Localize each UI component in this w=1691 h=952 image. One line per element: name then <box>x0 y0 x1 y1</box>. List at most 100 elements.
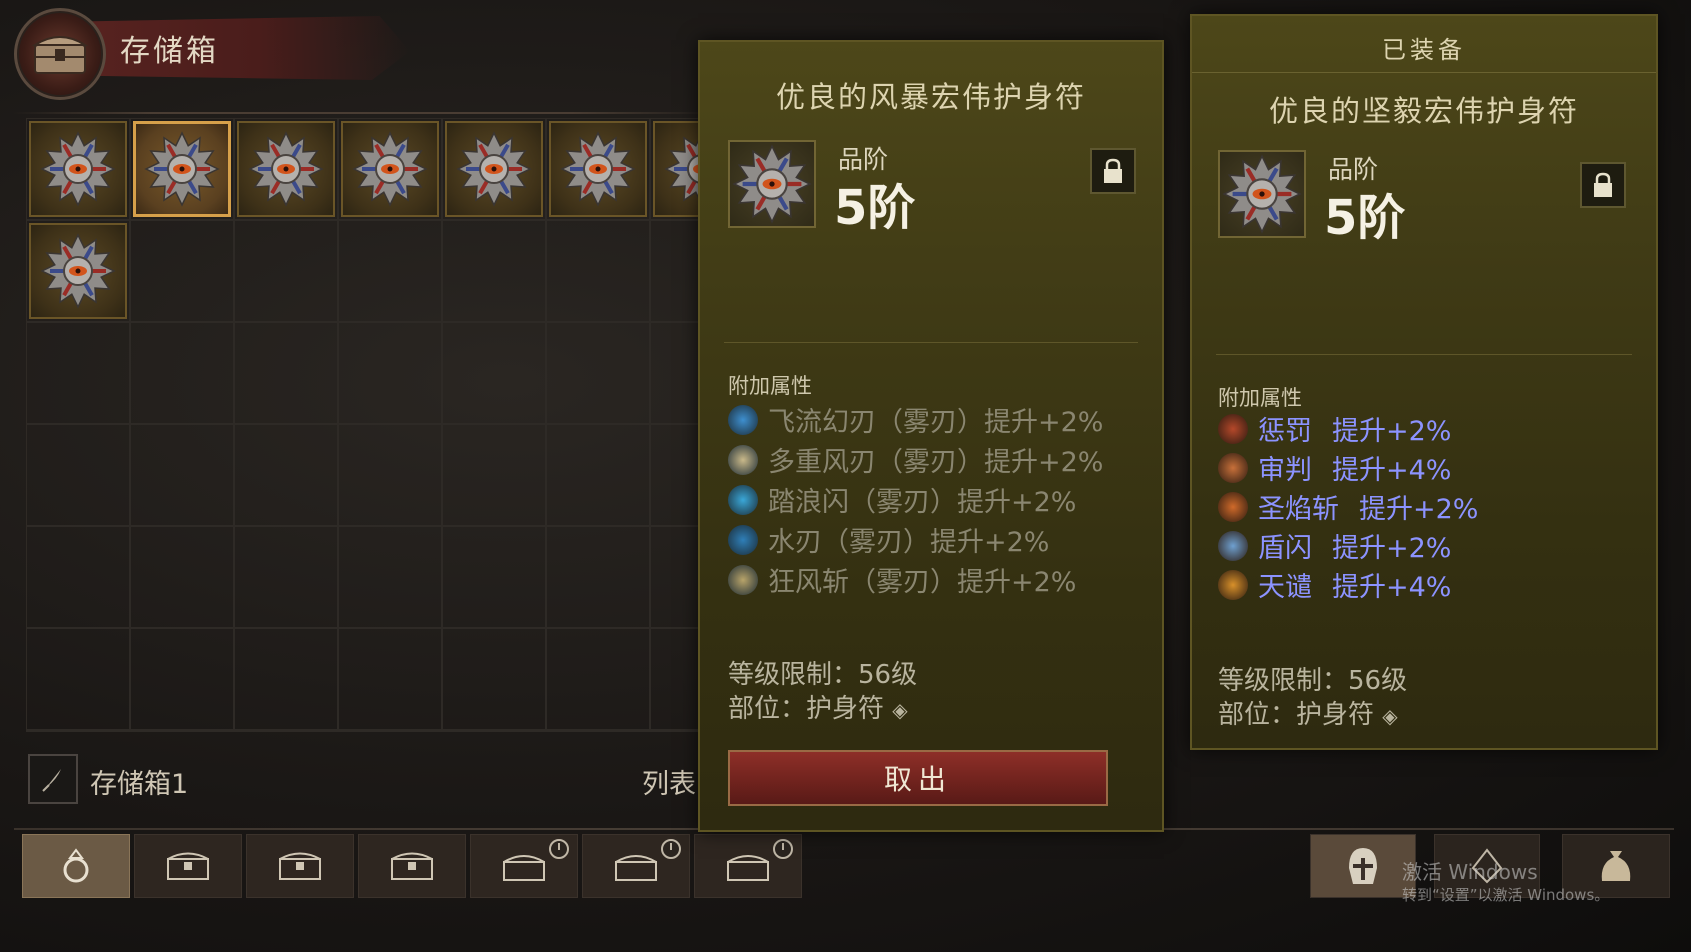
take-out-button[interactable]: 取出 <box>728 750 1108 806</box>
wrath-icon <box>1218 569 1248 600</box>
inventory-item-amulet[interactable] <box>237 121 335 217</box>
tab-stash-locked-3[interactable] <box>694 834 802 898</box>
grid-cell[interactable] <box>131 425 235 527</box>
attribute-text: 飞流幻刃（雾刃）提升+2% <box>768 407 1104 438</box>
water-blade-icon <box>728 524 758 555</box>
locked-chest-icon <box>615 855 657 881</box>
attribute-bonus: 提升+2% <box>1359 494 1479 525</box>
ring-icon <box>63 848 89 883</box>
tab-stash-locked-1[interactable] <box>470 834 578 898</box>
clock-icon <box>549 839 569 859</box>
divider <box>724 342 1138 343</box>
grid-cell[interactable] <box>131 527 235 629</box>
grid-cell[interactable] <box>547 425 651 527</box>
grid-cell[interactable] <box>27 527 131 629</box>
amulet-icon <box>40 233 116 309</box>
attribute-text: 踏浪闪（雾刃）提升+2% <box>768 487 1077 518</box>
grid-cell[interactable] <box>131 323 235 425</box>
attribute-row: 审判 提升+4% <box>1218 448 1451 487</box>
shield-flash-icon <box>1218 530 1248 561</box>
grid-cell[interactable] <box>235 425 339 527</box>
grid-cell[interactable] <box>235 527 339 629</box>
lock-button[interactable] <box>1090 148 1136 194</box>
grid-cell[interactable] <box>443 629 547 731</box>
amulet-icon <box>732 144 812 224</box>
grid-cell[interactable] <box>547 629 651 731</box>
grid-cell[interactable] <box>443 323 547 425</box>
stash-name: 存储箱1 <box>90 769 189 800</box>
helmet-icon <box>1349 848 1377 884</box>
amulet-icon <box>560 131 636 207</box>
attribute-name: 盾闪 <box>1258 533 1312 564</box>
tab-equipment[interactable] <box>1310 834 1416 898</box>
grid-cell[interactable] <box>339 629 443 731</box>
grid-cell[interactable] <box>235 323 339 425</box>
attribute-text: 水刃（雾刃）提升+2% <box>768 527 1050 558</box>
item-tooltip: 优良的风暴宏伟护身符 品阶 5阶 附加属性 飞流幻刃（雾刃）提升+2% 多重风刃（… <box>698 40 1164 832</box>
grid-cell[interactable] <box>235 221 339 323</box>
inventory-item-amulet[interactable] <box>29 121 127 217</box>
divider <box>1216 354 1632 355</box>
grid-cell[interactable] <box>339 527 443 629</box>
amulet-slot-icon: ◈ <box>892 698 908 722</box>
equipped-title: 优良的坚毅宏伟护身符 <box>1268 94 1579 128</box>
clock-icon <box>773 839 793 859</box>
grid-cell[interactable] <box>443 221 547 323</box>
divider <box>1192 72 1656 73</box>
chest-icon <box>279 852 321 880</box>
tab-stash-3[interactable] <box>358 834 466 898</box>
inventory-item-amulet[interactable] <box>341 121 439 217</box>
inventory-item-amulet[interactable] <box>29 223 127 319</box>
attribute-bonus: 提升+2% <box>1332 533 1452 564</box>
grid-cell[interactable] <box>131 221 235 323</box>
watermark-title: 激活 Windows <box>1402 860 1538 884</box>
section-label: 附加属性 <box>728 374 812 398</box>
grid-cell[interactable] <box>339 221 443 323</box>
grid-cell[interactable] <box>443 527 547 629</box>
grid-cell[interactable] <box>131 629 235 731</box>
grid-cell[interactable] <box>547 527 651 629</box>
attribute-text: 狂风斩（雾刃）提升+2% <box>768 567 1077 598</box>
amulet-icon <box>248 131 324 207</box>
amulet-icon <box>1222 154 1302 234</box>
grid-cell[interactable] <box>443 425 547 527</box>
grid-cell[interactable] <box>27 425 131 527</box>
grade-value: 5阶 <box>1324 190 1406 246</box>
locked-chest-icon <box>503 855 545 881</box>
tab-stash-1[interactable] <box>134 834 242 898</box>
item-title: 优良的风暴宏伟护身符 <box>775 80 1086 114</box>
amulet-icon <box>40 131 116 207</box>
tab-stash-2[interactable] <box>246 834 354 898</box>
list-view-button[interactable]: 列表 <box>642 762 696 801</box>
grid-cell[interactable] <box>27 629 131 731</box>
attribute-bonus: 提升+2% <box>1332 416 1452 447</box>
tab-ring[interactable] <box>22 834 130 898</box>
bag-icon <box>1601 851 1631 881</box>
amulet-icon <box>456 131 532 207</box>
gale-slash-icon <box>728 564 758 595</box>
item-slot: 部位：护身符 ◈ <box>1218 700 1398 730</box>
grid-cell[interactable] <box>339 425 443 527</box>
grid-cell[interactable] <box>235 629 339 731</box>
attribute-name: 惩罚 <box>1258 416 1312 447</box>
grid-cell[interactable] <box>27 323 131 425</box>
grid-cell[interactable] <box>547 221 651 323</box>
inventory-item-amulet[interactable] <box>549 121 647 217</box>
lock-button[interactable] <box>1580 162 1626 208</box>
rename-button[interactable] <box>28 754 78 804</box>
punish-icon <box>1218 413 1248 444</box>
grid-cell[interactable] <box>339 323 443 425</box>
section-label: 附加属性 <box>1218 386 1302 410</box>
equipped-tooltip: 已装备 优良的坚毅宏伟护身符 品阶 5阶 附加属性 惩罚 提升+2% 审判 提升+4%… <box>1190 14 1658 750</box>
grid-cell[interactable] <box>547 323 651 425</box>
inventory-item-amulet[interactable] <box>445 121 543 217</box>
attribute-row: 惩罚 提升+2% <box>1218 409 1451 448</box>
level-requirement: 等级限制：56级 <box>1218 666 1408 696</box>
tab-stash-locked-2[interactable] <box>582 834 690 898</box>
attribute-row: 水刃（雾刃）提升+2% <box>728 520 1049 559</box>
lock-icon <box>1104 158 1122 183</box>
attribute-name: 天谴 <box>1258 572 1312 603</box>
watermark-subtitle: 转到“设置”以激活 Windows。 <box>1402 886 1610 904</box>
judgment-icon <box>1218 452 1248 483</box>
inventory-item-amulet[interactable] <box>133 121 231 217</box>
